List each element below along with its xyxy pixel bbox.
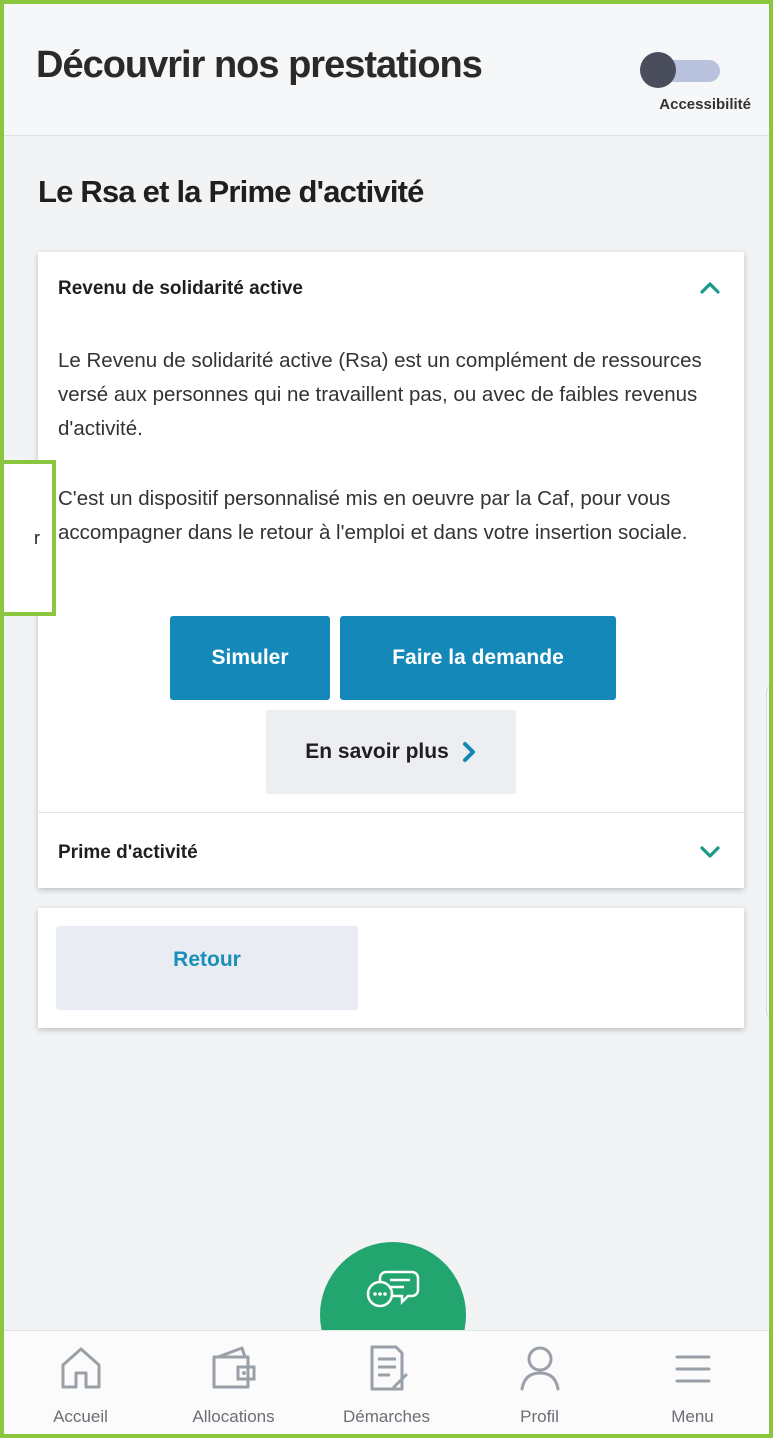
home-icon bbox=[61, 1347, 100, 1389]
accordion-title-rsa: Revenu de solidarité active bbox=[58, 278, 303, 299]
rsa-dispositif-text: C'est un dispositif personnalisé mis en … bbox=[58, 487, 688, 544]
annotation-callout: r bbox=[4, 460, 56, 616]
apply-button[interactable]: Faire la demande bbox=[340, 616, 616, 700]
nav-label-allocations: Allocations bbox=[192, 1407, 275, 1426]
nav-label-demarches: Démarches bbox=[343, 1407, 430, 1426]
accordion-header-prime[interactable]: Prime d'activité bbox=[38, 818, 744, 890]
accordion-title-prime: Prime d'activité bbox=[58, 842, 198, 863]
chevron-up-icon[interactable] bbox=[698, 276, 722, 300]
page-title: Découvrir nos prestations bbox=[36, 44, 483, 86]
nav-label-menu: Menu bbox=[671, 1407, 714, 1426]
accessibility-label: Accessibilité bbox=[659, 96, 751, 113]
nav-item-allocations[interactable]: Allocations bbox=[157, 1331, 310, 1434]
accordion-divider bbox=[38, 812, 744, 813]
nav-label-profil: Profil bbox=[520, 1407, 559, 1426]
toggle-knob bbox=[640, 52, 676, 88]
user-icon bbox=[520, 1346, 559, 1391]
back-card: Retour bbox=[38, 908, 744, 1028]
accordion-header-rsa[interactable]: Revenu de solidarité active bbox=[38, 252, 744, 324]
accordion-card: Revenu de solidarité active Le Revenu de… bbox=[38, 252, 744, 888]
bottom-nav: Accueil Allocations Démarches Profil Men… bbox=[4, 1330, 769, 1434]
callout-text: r bbox=[34, 528, 40, 548]
app-frame: Découvrir nos prestations Accessibilité … bbox=[0, 0, 773, 1438]
nav-item-menu[interactable]: Menu bbox=[616, 1331, 769, 1434]
menu-icon bbox=[675, 1355, 710, 1383]
nav-item-profil[interactable]: Profil bbox=[463, 1331, 616, 1434]
wallet-icon bbox=[212, 1346, 255, 1389]
rsa-description: Le Revenu de solidarité active (Rsa) est… bbox=[58, 349, 702, 440]
chevron-right-icon bbox=[462, 742, 475, 762]
side-panel-edge bbox=[766, 686, 769, 1018]
app-header: Découvrir nos prestations Accessibilité bbox=[4, 4, 769, 136]
nav-item-demarches[interactable]: Démarches bbox=[310, 1331, 463, 1434]
accessibility-toggle[interactable] bbox=[638, 52, 724, 88]
learn-more-label: En savoir plus bbox=[305, 740, 449, 763]
nav-label-accueil: Accueil bbox=[53, 1407, 108, 1426]
section-title: Le Rsa et la Prime d'activité bbox=[38, 174, 424, 209]
chevron-down-icon[interactable] bbox=[698, 840, 722, 864]
nav-item-accueil[interactable]: Accueil bbox=[4, 1331, 157, 1434]
chat-icon bbox=[366, 1270, 420, 1308]
document-icon bbox=[370, 1345, 407, 1391]
simulate-button[interactable]: Simuler bbox=[170, 616, 330, 700]
learn-more-button[interactable]: En savoir plus bbox=[266, 710, 516, 794]
back-button[interactable]: Retour bbox=[56, 926, 358, 1010]
